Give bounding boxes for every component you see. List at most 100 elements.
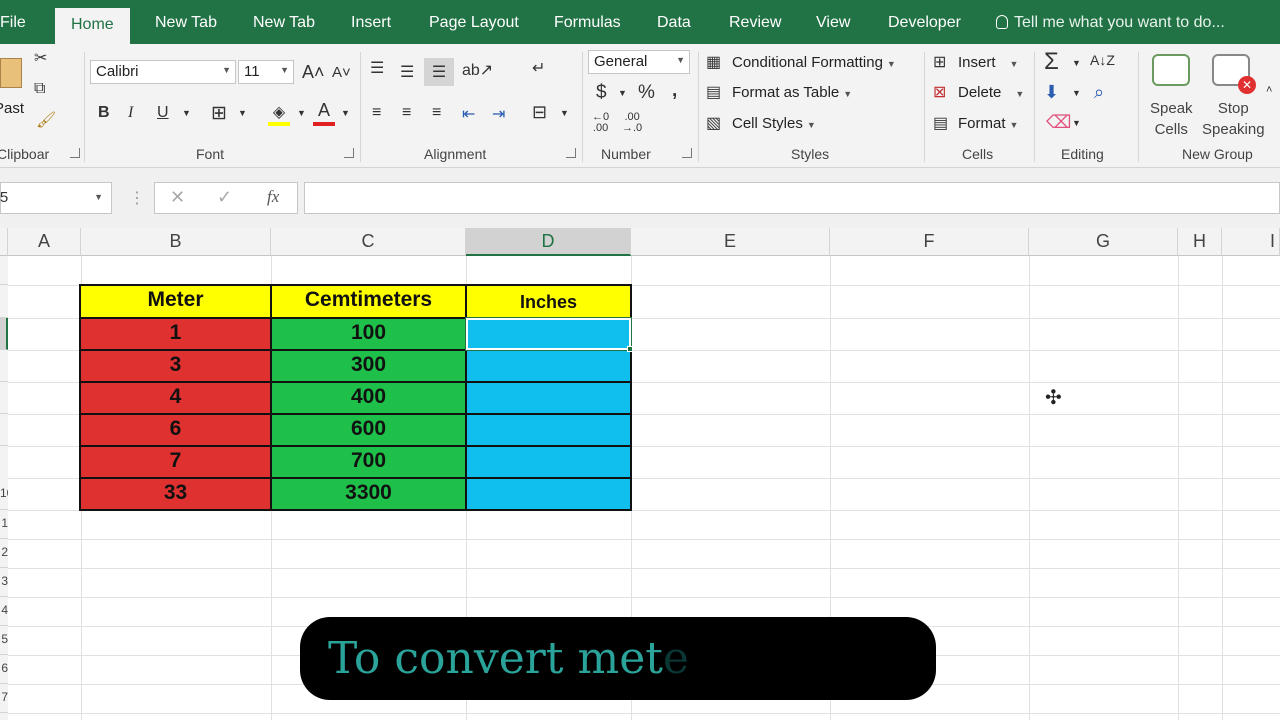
column-header-b[interactable]: B [81, 228, 271, 256]
row-header[interactable] [0, 285, 8, 318]
bold-button[interactable]: B [98, 104, 110, 122]
chevron-down-icon[interactable]: ▼ [182, 108, 191, 118]
row-header[interactable]: 2 [0, 539, 8, 568]
row-header[interactable] [0, 382, 8, 414]
cell-inches[interactable] [465, 413, 632, 447]
number-format-combo[interactable]: General ▼ [588, 50, 690, 74]
chevron-down-icon[interactable]: ▼ [297, 108, 306, 118]
fill-handle[interactable] [627, 346, 633, 352]
cell-styles-button[interactable]: Cell Styles ▼ [732, 115, 816, 132]
enter-icon[interactable]: ✓ [217, 187, 232, 208]
row-header[interactable]: 6 [0, 655, 8, 684]
select-all-corner[interactable] [0, 228, 8, 256]
align-bottom-icon[interactable]: ☰ [424, 58, 454, 86]
tab-data[interactable]: Data [657, 14, 691, 32]
chevron-down-icon[interactable]: ▼ [341, 108, 350, 118]
tab-developer[interactable]: Developer [888, 14, 961, 32]
align-top-icon[interactable]: ☰ [370, 58, 384, 78]
tab-new-tab-1[interactable]: New Tab [155, 14, 217, 32]
merge-center-icon[interactable]: ⊟ [532, 102, 547, 123]
tab-home[interactable]: Home [55, 8, 130, 44]
row-header[interactable]: 3 [0, 568, 8, 597]
comma-button[interactable]: , [672, 80, 677, 102]
column-header-e[interactable]: E [631, 228, 830, 256]
column-header-a[interactable]: A [8, 228, 81, 256]
row-header[interactable]: 4 [0, 597, 8, 626]
cell-meter[interactable]: 33 [79, 477, 272, 511]
speak-cells-button[interactable]: Speak Cells [1150, 98, 1193, 140]
cell-inches[interactable] [465, 445, 632, 479]
column-header-f[interactable]: F [830, 228, 1029, 256]
header-centimeters[interactable]: Cemtimeters [270, 284, 467, 319]
delete-cells-button[interactable]: Delete ▼ [958, 84, 1024, 101]
scissors-icon[interactable]: ✂ [34, 48, 47, 68]
insert-cells-button[interactable]: Insert ▼ [958, 54, 1018, 71]
tell-me-box[interactable]: Tell me what you want to do... [996, 14, 1225, 32]
currency-button[interactable]: $ [596, 82, 607, 104]
tab-file[interactable]: File [0, 14, 26, 32]
clipboard-launcher-icon[interactable] [70, 148, 80, 158]
cell-centimeters[interactable]: 700 [270, 445, 467, 479]
number-launcher-icon[interactable] [682, 148, 692, 158]
font-launcher-icon[interactable] [344, 148, 354, 158]
clear-icon[interactable]: ⌫ [1046, 112, 1071, 133]
row-header[interactable]: 1 [0, 510, 8, 539]
align-right-icon[interactable]: ≡ [432, 104, 441, 122]
fill-icon[interactable]: ⬇ [1044, 82, 1059, 103]
column-header-g[interactable]: G [1029, 228, 1178, 256]
sort-filter-icon[interactable]: A↓Z [1090, 52, 1115, 68]
cell-meter[interactable]: 1 [79, 317, 272, 351]
font-size-combo[interactable]: 11 ▼ [238, 60, 294, 84]
align-middle-icon[interactable]: ☰ [400, 62, 414, 82]
italic-button[interactable]: I [128, 104, 133, 122]
percent-button[interactable]: % [638, 82, 655, 104]
format-as-table-button[interactable]: Format as Table ▼ [732, 84, 852, 101]
format-cells-button[interactable]: Format ▼ [958, 115, 1018, 132]
chevron-down-icon[interactable]: ▼ [1072, 118, 1081, 128]
cell-inches[interactable] [465, 381, 632, 415]
borders-icon[interactable]: ⊞ [211, 102, 227, 125]
tab-view[interactable]: View [816, 14, 850, 32]
cell-meter[interactable]: 6 [79, 413, 272, 447]
grow-font-icon[interactable]: A˄ [302, 62, 325, 83]
find-select-icon[interactable]: ⌕ [1094, 82, 1104, 103]
row-header-selected[interactable] [0, 318, 8, 350]
font-color-icon[interactable]: A [313, 100, 335, 126]
paste-icon[interactable] [0, 58, 22, 88]
row-header[interactable]: 5 [0, 626, 8, 655]
chevron-down-icon[interactable]: ▼ [238, 108, 247, 118]
tab-page-layout[interactable]: Page Layout [429, 14, 519, 32]
name-box[interactable]: D5 ▼ [0, 182, 112, 214]
cancel-icon[interactable]: ✕ [170, 187, 185, 208]
shrink-font-icon[interactable]: A˅ [332, 64, 351, 81]
align-left-icon[interactable]: ≡ [372, 104, 381, 122]
column-header-c[interactable]: C [271, 228, 466, 256]
chevron-down-icon[interactable]: ▼ [560, 108, 569, 118]
underline-button[interactable]: U [157, 104, 169, 122]
chevron-down-icon[interactable]: ▼ [618, 88, 627, 98]
column-header-d[interactable]: D [466, 228, 631, 256]
orientation-icon[interactable]: ab↗ [462, 60, 493, 80]
active-cell-selection[interactable] [465, 317, 632, 351]
decrease-indent-icon[interactable]: ⇤ [462, 104, 475, 124]
cell-meter[interactable]: 4 [79, 381, 272, 415]
copy-icon[interactable]: ⧉ [34, 80, 45, 98]
align-center-icon[interactable]: ≡ [402, 104, 411, 122]
cell-meter[interactable]: 7 [79, 445, 272, 479]
column-header-h[interactable]: H [1178, 228, 1222, 256]
cell-centimeters[interactable]: 400 [270, 381, 467, 415]
cell-inches[interactable] [465, 477, 632, 511]
increase-decimal-icon[interactable]: ←0.00 [592, 112, 609, 134]
stop-speaking-button[interactable]: Stop Speaking [1202, 98, 1265, 140]
tab-new-tab-2[interactable]: New Tab [253, 14, 315, 32]
decrease-decimal-icon[interactable]: .00 →.0 [622, 112, 642, 134]
cell-inches[interactable] [465, 349, 632, 383]
chevron-down-icon[interactable]: ▼ [1072, 58, 1081, 68]
tab-insert[interactable]: Insert [351, 14, 391, 32]
row-header[interactable] [0, 414, 8, 446]
row-header[interactable] [0, 350, 8, 382]
wrap-text-icon[interactable]: ↵ [532, 58, 545, 78]
chevron-down-icon[interactable]: ▼ [1072, 88, 1081, 98]
cell-centimeters[interactable]: 3300 [270, 477, 467, 511]
formula-input[interactable] [304, 182, 1280, 214]
